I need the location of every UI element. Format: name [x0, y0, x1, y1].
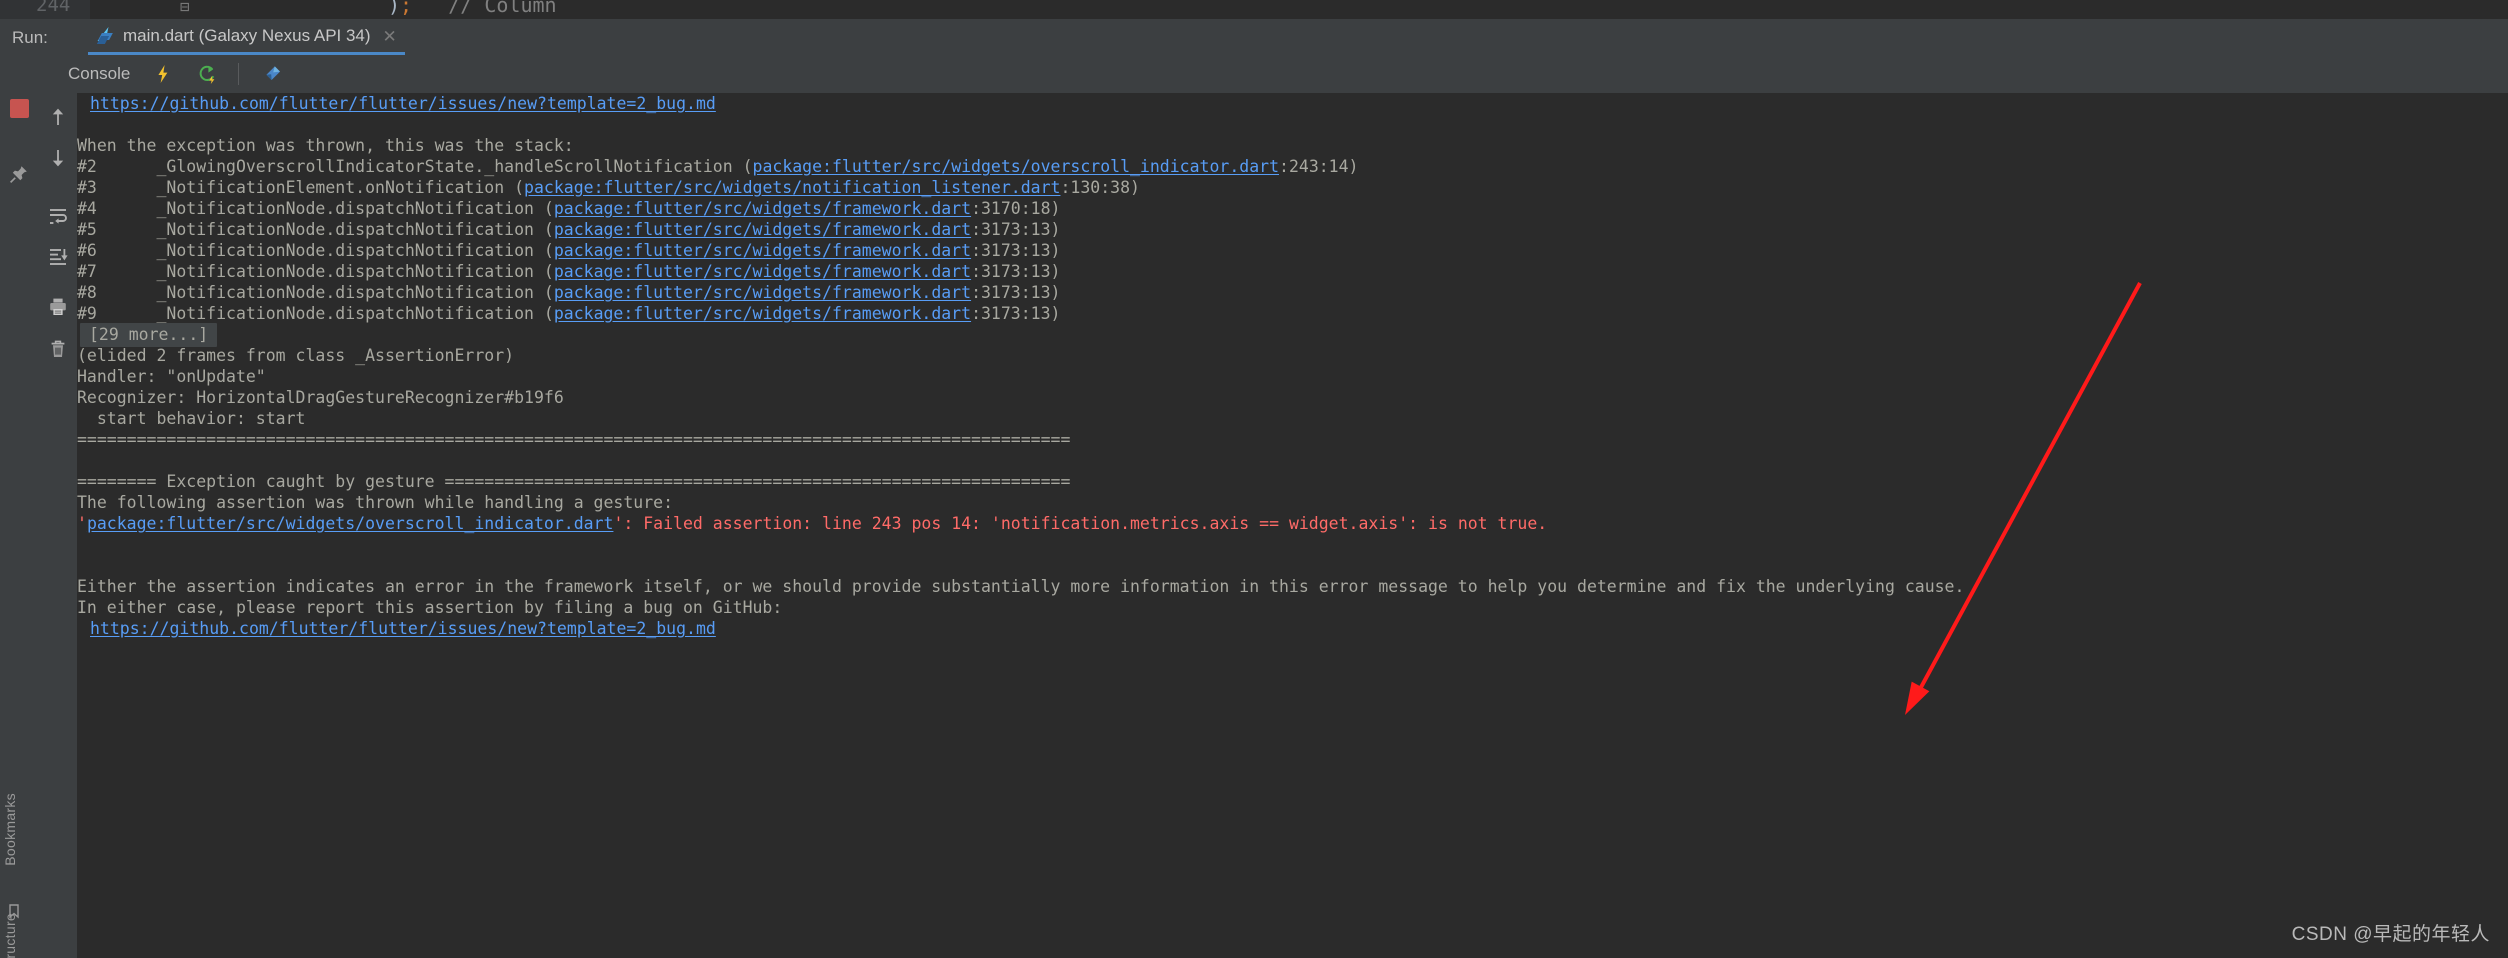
console-link[interactable]: package:flutter/src/widgets/overscroll_i…	[753, 157, 1280, 176]
console-line: #4 _NotificationNode.dispatchNotificatio…	[77, 198, 1060, 219]
console-link[interactable]: https://github.com/flutter/flutter/issue…	[90, 94, 716, 113]
trash-clear-all-icon[interactable]	[47, 338, 69, 360]
console-line: #7 _NotificationNode.dispatchNotificatio…	[77, 261, 1060, 282]
flutter-logo-icon	[96, 27, 114, 45]
watermark: CSDN @早起的年轻人	[2291, 924, 2490, 945]
console-text: :3173:13)	[971, 220, 1061, 239]
console-text: Either the assertion indicates an error …	[77, 577, 1965, 596]
console-text: :3173:13)	[971, 304, 1061, 323]
close-icon[interactable]: ✕	[383, 28, 397, 45]
console-link[interactable]: package:flutter/src/widgets/framework.da…	[554, 220, 971, 239]
lightning-bolt-icon[interactable]	[152, 63, 174, 85]
ide-run-console-window: 244 ⊟ ); // Column Run: main.dart (Galax…	[0, 0, 2508, 958]
console-link[interactable]: package:flutter/src/widgets/framework.da…	[554, 199, 971, 218]
stop-button-icon[interactable]	[10, 99, 29, 118]
console-tab-strip: Console	[39, 55, 2508, 94]
console-text: The following assertion was thrown while…	[77, 493, 674, 512]
console-text: start behavior: start	[77, 409, 306, 428]
run-configuration-tab[interactable]: main.dart (Galaxy Nexus API 34) ✕	[88, 20, 405, 55]
console-line: #5 _NotificationNode.dispatchNotificatio…	[77, 219, 1060, 240]
console-line: Either the assertion indicates an error …	[77, 576, 1964, 597]
console-line: When the exception was thrown, this was …	[77, 135, 574, 156]
console-action-toolbar	[39, 93, 78, 958]
console-text: #8 _NotificationNode.dispatchNotificatio…	[77, 283, 554, 302]
console-text: #6 _NotificationNode.dispatchNotificatio…	[77, 241, 554, 260]
console-link[interactable]: package:flutter/src/widgets/overscroll_i…	[87, 514, 614, 533]
console-text: :130:38)	[1060, 178, 1140, 197]
console-line: The following assertion was thrown while…	[77, 492, 673, 513]
console-text: #9 _NotificationNode.dispatchNotificatio…	[77, 304, 554, 323]
console-line: Handler: "onUpdate"	[77, 366, 266, 387]
run-label: Run:	[12, 28, 48, 47]
console-line: In either case, please report this asser…	[77, 597, 782, 618]
pin-tab-icon[interactable]	[8, 163, 30, 185]
editor-code-comment: // Column	[448, 0, 557, 17]
soft-wrap-icon[interactable]	[47, 205, 69, 227]
fold-marker-icon[interactable]: ⊟	[180, 0, 190, 16]
console-text: #3 _NotificationElement.onNotification (	[77, 178, 525, 197]
console-line: Recognizer: HorizontalDragGestureRecogni…	[77, 387, 564, 408]
console-link[interactable]: package:flutter/src/widgets/framework.da…	[554, 304, 971, 323]
console-text: Handler: "onUpdate"	[77, 367, 266, 386]
console-link[interactable]: https://github.com/flutter/flutter/issue…	[90, 619, 716, 638]
console-line: ======== Exception caught by gesture ===…	[77, 471, 1070, 492]
console-text: ========================================…	[77, 430, 1071, 449]
console-line: #3 _NotificationElement.onNotification (…	[77, 177, 1140, 198]
console-line: #8 _NotificationNode.dispatchNotificatio…	[77, 282, 1060, 303]
console-text: :3173:13)	[971, 283, 1061, 302]
console-text: ======== Exception caught by gesture ===…	[77, 472, 1071, 491]
console-text: Recognizer: HorizontalDragGestureRecogni…	[77, 388, 564, 407]
console-text: #5 _NotificationNode.dispatchNotificatio…	[77, 220, 554, 239]
console-text: :3170:18)	[971, 199, 1061, 218]
console-link[interactable]: package:flutter/src/widgets/framework.da…	[554, 241, 971, 260]
console-text: When the exception was thrown, this was …	[77, 136, 574, 155]
run-controls-column: Bookmarks Structure	[0, 55, 40, 958]
tab-console[interactable]: Console	[68, 64, 130, 84]
console-link[interactable]: package:flutter/src/widgets/framework.da…	[554, 262, 971, 281]
console-text: (elided 2 frames from class _AssertionEr…	[77, 346, 515, 365]
console-error-text: ': Failed assertion: line 243 pos 14: 'n…	[613, 514, 1548, 533]
console-error-text: '	[77, 514, 87, 533]
flutter-inspector-icon[interactable]	[261, 63, 283, 85]
console-line: ========================================…	[77, 429, 1070, 450]
console-line: #2 _GlowingOverscrollIndicatorState._han…	[77, 156, 1359, 177]
console-link[interactable]: package:flutter/src/widgets/notification…	[524, 178, 1060, 197]
console-line: https://github.com/flutter/flutter/issue…	[90, 618, 716, 639]
arrow-down-icon[interactable]	[47, 147, 69, 169]
console-line: #9 _NotificationNode.dispatchNotificatio…	[77, 303, 1060, 324]
console-link[interactable]: package:flutter/src/widgets/framework.da…	[554, 283, 971, 302]
editor-remnant-strip: 244 ⊟ ); // Column	[0, 0, 2508, 19]
arrow-up-icon[interactable]	[47, 106, 69, 128]
console-text: In either case, please report this asser…	[77, 598, 783, 617]
console-line: 'package:flutter/src/widgets/overscroll_…	[77, 513, 1547, 534]
collapsed-frames-label: [29 more...]	[80, 322, 218, 347]
sidebar-tab-bookmarks[interactable]: Bookmarks	[2, 793, 18, 866]
console-text: :243:14)	[1279, 157, 1359, 176]
toolbar-separator	[238, 63, 240, 85]
console-line: https://github.com/flutter/flutter/issue…	[90, 93, 716, 114]
console-text: #2 _GlowingOverscrollIndicatorState._han…	[77, 157, 753, 176]
collapsed-frames-toggle[interactable]: [29 more...]	[77, 322, 218, 347]
run-tool-window-header: Run: main.dart (Galaxy Nexus API 34) ✕	[0, 19, 2508, 56]
scroll-to-end-icon[interactable]	[47, 246, 69, 268]
editor-code-fragment: ); // Column	[388, 0, 557, 17]
run-tab-title: main.dart (Galaxy Nexus API 34)	[123, 26, 371, 45]
sidebar-tab-structure[interactable]: Structure	[2, 913, 18, 958]
console-output-area[interactable]: https://github.com/flutter/flutter/issue…	[77, 93, 2508, 958]
console-line: #6 _NotificationNode.dispatchNotificatio…	[77, 240, 1060, 261]
console-line: (elided 2 frames from class _AssertionEr…	[77, 345, 514, 366]
print-icon[interactable]	[47, 296, 69, 318]
console-text: #7 _NotificationNode.dispatchNotificatio…	[77, 262, 554, 281]
restart-circular-arrow-icon[interactable]	[196, 63, 218, 85]
editor-line-number: 244	[36, 0, 71, 16]
console-line: start behavior: start	[77, 408, 306, 429]
console-text: :3173:13)	[971, 262, 1061, 281]
console-text: :3173:13)	[971, 241, 1061, 260]
console-text: #4 _NotificationNode.dispatchNotificatio…	[77, 199, 554, 218]
